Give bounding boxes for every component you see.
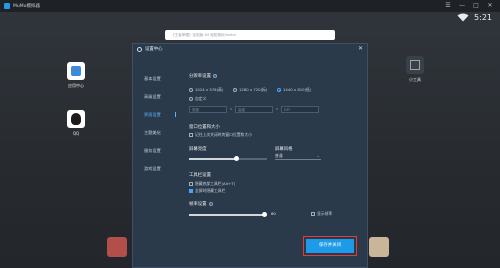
qq-label: QQ: [72, 131, 80, 136]
custom-height-input[interactable]: 高度: [235, 106, 273, 113]
checkbox-icon: [189, 182, 193, 186]
save-and-close-button[interactable]: 保存并关闭: [306, 239, 354, 253]
nav-interface-settings[interactable]: 界面设置: [144, 112, 161, 118]
nav-service-settings[interactable]: 服务设置: [144, 148, 161, 154]
radio-icon: [233, 88, 237, 92]
show-frame-rate-checkbox[interactable]: 显示帧率: [311, 211, 332, 217]
help-icon[interactable]: ?: [212, 73, 217, 78]
help-icon[interactable]: ?: [208, 201, 213, 206]
fullscreen-hide-toolbar-checkbox[interactable]: 全屏时隐藏工具栏: [189, 188, 225, 194]
brightness-label: 屏幕亮度: [189, 147, 207, 152]
chevron-down-icon: ⌄: [316, 153, 320, 158]
app-center-shortcut[interactable]: 应用中心: [61, 62, 91, 89]
screen-style-label: 屏幕风格: [275, 147, 293, 152]
app-center-label: 应用中心: [68, 83, 84, 88]
resolution-option-1280[interactable]: 1280 x 720(标): [233, 87, 267, 93]
app-center-icon: [67, 62, 85, 80]
menu-icon[interactable]: ☰: [444, 2, 452, 10]
tools-label: 小工具: [409, 77, 421, 82]
show-frame-rate-label: 显示帧率: [317, 211, 333, 216]
close-icon[interactable]: ✕: [358, 45, 363, 52]
custom-dpi-input[interactable]: DPI: [281, 106, 319, 113]
toolbar-settings-label: 工具栏设置: [189, 173, 211, 178]
qq-shortcut[interactable]: QQ: [61, 110, 91, 136]
screen-style-value: 普通: [275, 153, 283, 158]
times-separator: x: [276, 107, 279, 111]
radio-icon: [189, 97, 193, 101]
close-window-icon[interactable]: ✕: [486, 2, 494, 10]
window-size-label: 窗口位置和大小: [189, 125, 220, 130]
remember-window-checkbox[interactable]: 记住上次关闭时的窗口位置和大小: [189, 132, 252, 138]
nav-basic-settings[interactable]: 基本设置: [144, 76, 161, 82]
search-placeholder: 《王者荣耀》定制版 64 轻松畅玩Switch: [171, 32, 237, 37]
frame-rate-slider-thumb[interactable]: [262, 212, 267, 217]
tools-shortcut[interactable]: 小工具: [400, 56, 430, 83]
brightness-slider[interactable]: [189, 156, 267, 161]
brightness-slider-fill: [189, 158, 236, 160]
checkbox-icon: [311, 212, 315, 216]
dialog-title: 设置中心: [145, 47, 163, 52]
remember-window-label: 记住上次关闭时的窗口位置和大小: [195, 132, 252, 137]
qq-penguin-icon: [67, 110, 85, 128]
window-title: MuMu模拟器: [13, 4, 40, 9]
dock-app-icon[interactable]: [107, 237, 127, 257]
window-size-section-title: 窗口位置和大小: [189, 124, 220, 130]
title-bar: MuMu模拟器 ☰ — □ ✕: [0, 0, 500, 12]
status-time: 5:21: [474, 13, 492, 22]
radio-icon: [189, 88, 193, 92]
frame-rate-value: 60: [271, 211, 276, 216]
wifi-icon: [457, 13, 469, 22]
hide-bottom-toolbar-checkbox[interactable]: 隐藏底部工具栏(Alt+T): [189, 181, 235, 187]
checkbox-checked-icon: [189, 189, 193, 193]
settings-sidebar: 基本设置 高级设置 界面设置 主题美化 服务设置 游戏设置: [133, 54, 176, 267]
resolution-option-label: 1280 x 720(标): [239, 87, 268, 92]
search-input[interactable]: 《王者荣耀》定制版 64 轻松畅玩Switch: [165, 30, 335, 40]
nav-active-indicator: [175, 112, 176, 117]
dialog-header: 设置中心 ✕: [133, 44, 367, 54]
frame-rate-label: 帧率设置: [189, 202, 207, 207]
screen-style-select[interactable]: 普通 ⌄: [275, 153, 321, 160]
maximize-icon[interactable]: □: [472, 2, 480, 10]
status-bar: 5:21: [457, 13, 492, 22]
resolution-custom-label: 自定义: [195, 96, 207, 101]
times-separator: x: [230, 107, 233, 111]
resolution-option-1440[interactable]: 1440 x 810(低): [277, 87, 311, 93]
fullscreen-hide-toolbar-label: 全屏时隐藏工具栏: [195, 188, 226, 193]
app-logo-icon: [4, 3, 10, 9]
settings-dialog: 设置中心 ✕ 基本设置 高级设置 界面设置 主题美化 服务设置 游戏设置 分辨率…: [132, 43, 368, 268]
nav-game-settings[interactable]: 游戏设置: [144, 166, 161, 172]
window-controls: ☰ — □ ✕: [444, 2, 494, 10]
resolution-section-title: 分辨率设置?: [189, 73, 217, 79]
hide-bottom-toolbar-label: 隐藏底部工具栏(Alt+T): [195, 181, 236, 186]
tools-icon: [406, 56, 424, 74]
resolution-option-label: 1024 x 576(高): [195, 87, 224, 92]
resolution-option-custom[interactable]: 自定义: [189, 96, 206, 102]
brightness-slider-thumb[interactable]: [234, 156, 239, 161]
nav-theme[interactable]: 主题美化: [144, 130, 161, 136]
custom-width-input[interactable]: 宽度: [189, 106, 227, 113]
radio-selected-icon: [277, 88, 281, 92]
resolution-label: 分辨率设置: [189, 74, 211, 79]
frame-rate-slider-fill: [189, 214, 264, 216]
gear-icon: [137, 46, 142, 52]
dock-app-icon[interactable]: [369, 237, 389, 257]
frame-rate-slider[interactable]: [189, 212, 267, 217]
nav-advanced-settings[interactable]: 高级设置: [144, 94, 161, 100]
frame-rate-section-title: 帧率设置?: [189, 201, 213, 207]
checkbox-icon: [189, 133, 193, 137]
minimize-icon[interactable]: —: [458, 2, 466, 10]
resolution-option-label: 1440 x 810(低): [283, 87, 312, 92]
resolution-option-1024[interactable]: 1024 x 576(高): [189, 87, 223, 93]
